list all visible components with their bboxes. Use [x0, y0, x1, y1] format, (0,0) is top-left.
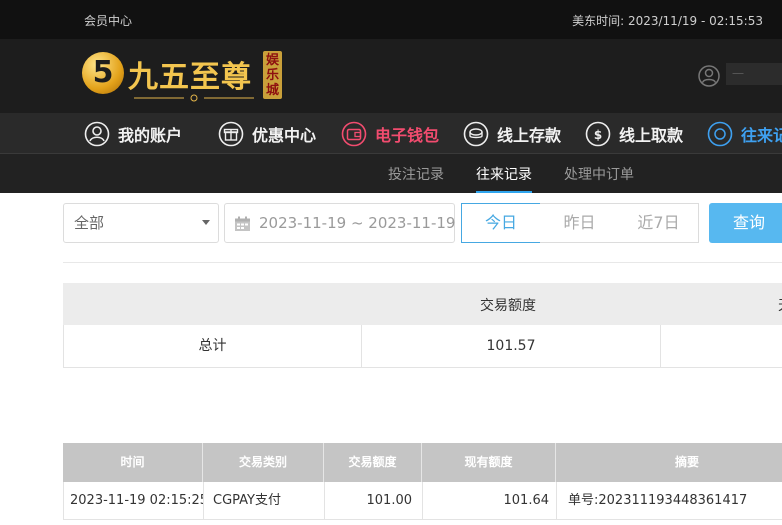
cell-amount: 101.00 — [325, 482, 423, 519]
col-amount: 交易额度 — [324, 443, 422, 482]
username-masked: 一 — [726, 63, 782, 85]
wallet-icon — [341, 121, 367, 147]
today-button[interactable]: 今日 — [461, 203, 541, 243]
date-range-value: 2023-11-19 ~ 2023-11-19 — [259, 214, 456, 232]
user-icon — [84, 121, 110, 147]
records-header: 时间 交易类别 交易额度 现有额度 摘要 — [63, 443, 782, 482]
summary-total-amount: 101.57 — [362, 325, 661, 367]
cell-time: 2023-11-19 02:15:25 — [64, 482, 204, 519]
summary-header-cut: 天 — [778, 295, 782, 315]
summary-header-amount: 交易额度 — [480, 298, 536, 314]
select-value: 全部 — [74, 214, 105, 232]
cell-balance: 101.64 — [423, 482, 557, 519]
tab-pending-orders[interactable]: 处理中订单 — [564, 164, 634, 184]
nav-label: 往来记 — [741, 126, 782, 145]
col-memo: 摘要 — [674, 455, 699, 469]
last-7-days-button[interactable]: 近7日 — [619, 203, 699, 243]
top-bar: 会员中心 美东时间: 2023/11/19 - 02:15:53 — [0, 0, 782, 39]
logo-badge: 5 — [82, 52, 124, 94]
nav-label: 电子钱包 — [375, 126, 440, 145]
main-nav: 我的账户 优惠中心 电子钱包 线上存款 $ 线上取款 往来记 — [0, 113, 782, 154]
nav-label: 我的账户 — [118, 126, 183, 145]
nav-online-withdraw[interactable]: $ 线上取款 — [585, 120, 683, 148]
col-time: 时间 — [63, 443, 203, 482]
nav-label: 线上取款 — [619, 126, 684, 145]
sub-nav: 投注记录 往来记录 处理中订单 — [0, 154, 782, 193]
cell-memo: 单号:202311193448361417 — [568, 493, 748, 508]
records-icon — [707, 121, 733, 147]
nav-e-wallet[interactable]: 电子钱包 — [341, 120, 439, 148]
site-logo[interactable]: 5 九五至尊 娱乐城 — [82, 49, 288, 103]
nav-online-deposit[interactable]: 线上存款 — [463, 120, 561, 148]
eastern-time-clock: 美东时间: 2023/11/19 - 02:15:53 — [572, 14, 763, 28]
search-button[interactable]: 查询 — [709, 203, 782, 243]
tab-bet-records[interactable]: 投注记录 — [388, 164, 444, 184]
transaction-type-select[interactable]: 全部 — [63, 203, 219, 243]
calendar-icon — [235, 216, 250, 231]
col-type: 交易类别 — [203, 443, 324, 482]
logo-stamp: 娱乐城 — [263, 51, 282, 99]
summary-empty-cell — [661, 325, 782, 367]
svg-text:$: $ — [594, 128, 602, 142]
divider — [63, 262, 782, 263]
col-balance: 现有额度 — [422, 443, 556, 482]
tab-transaction-records[interactable]: 往来记录 — [476, 164, 532, 193]
nav-transaction-records[interactable]: 往来记 — [707, 120, 782, 148]
summary-total-label: 总计 — [64, 325, 362, 367]
summary-row: 总计 101.57 — [63, 325, 782, 368]
nav-my-account[interactable]: 我的账户 — [84, 120, 182, 148]
deposit-icon — [463, 121, 489, 147]
nav-label: 优惠中心 — [252, 126, 317, 145]
user-avatar-icon — [698, 65, 720, 87]
site-header: 5 九五至尊 娱乐城 一 — [0, 39, 782, 113]
nav-promotions[interactable]: 优惠中心 — [218, 120, 316, 148]
member-center-link[interactable]: 会员中心 — [84, 12, 132, 29]
cell-type: CGPAY支付 — [204, 482, 325, 519]
nav-label: 线上存款 — [497, 126, 562, 145]
gift-icon — [218, 121, 244, 147]
date-range-input[interactable]: 2023-11-19 ~ 2023-11-19 — [224, 203, 455, 243]
yesterday-button[interactable]: 昨日 — [540, 203, 620, 243]
logo-brand-text: 九五至尊 — [128, 60, 252, 95]
withdraw-icon: $ — [585, 121, 611, 147]
table-row: 2023-11-19 02:15:25 CGPAY支付 101.00 101.6… — [63, 482, 782, 520]
chevron-down-icon — [202, 220, 210, 225]
summary-header: 交易额度 天 — [63, 283, 782, 325]
logo-ornament-icon — [134, 94, 254, 102]
